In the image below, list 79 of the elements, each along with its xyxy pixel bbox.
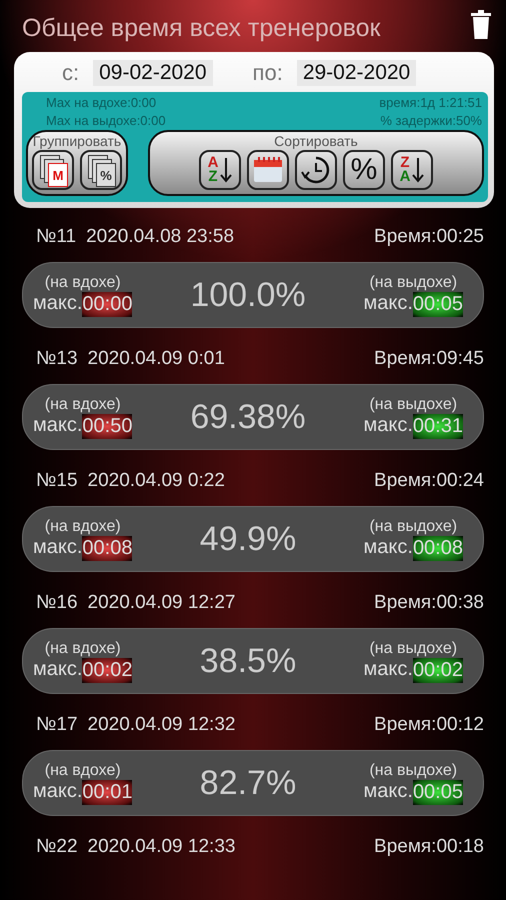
hold-percent: 38.5% (200, 642, 296, 680)
session-number: №17 (36, 714, 78, 736)
session-number: №16 (36, 592, 78, 614)
session-datetime: 2020.04.09 12:32 (88, 714, 236, 736)
session-datetime: 2020.04.09 0:01 (88, 348, 225, 370)
total-time-stat: время:1д 1:21:51 (379, 95, 482, 110)
exhale-max-value: 00:02 (412, 658, 463, 682)
session-datetime: 2020.04.08 23:58 (86, 226, 234, 248)
sort-button[interactable]: A Z (199, 150, 241, 190)
session-number: №15 (36, 470, 78, 492)
down-arrow-icon (220, 157, 232, 183)
hold-percent: 49.9% (200, 520, 296, 558)
session-card[interactable]: (на вдохе) макс.00:02 38.5% (на выдохе) макс.00:02 (22, 628, 484, 694)
max-prefix: макс. (33, 414, 82, 438)
sort-button[interactable]: % (343, 150, 385, 190)
exhale-max-value: 00:05 (412, 292, 463, 316)
inhale-max-value: 00:02 (82, 658, 132, 682)
hold-percent: 69.38% (190, 398, 306, 436)
session-card[interactable]: (на вдохе) макс.00:08 49.9% (на выдохе) макс.00:08 (22, 506, 484, 572)
group-button[interactable]: % (80, 150, 122, 190)
trash-icon[interactable] (470, 10, 492, 40)
down-arrow-icon (412, 157, 424, 183)
max-prefix: макс. (33, 658, 82, 682)
inhale-max-value: 00:00 (82, 292, 132, 316)
max-inhale-stat: Max на вдохе:0:00 (46, 95, 158, 110)
session-datetime: 2020.04.09 12:33 (88, 836, 236, 858)
session-datetime: 2020.04.09 0:22 (88, 470, 225, 492)
screen-title: Общее время всех тренеровок (22, 14, 380, 42)
hold-percent: 82.7% (200, 764, 296, 802)
from-label: с: (62, 60, 80, 86)
to-date-field[interactable]: 29-02-2020 (296, 60, 416, 86)
max-prefix: макс. (364, 658, 413, 682)
hold-percent-stat: % задержки:50% (379, 113, 482, 128)
session-number: №13 (36, 348, 78, 370)
group-label: Группировать (32, 132, 122, 150)
hold-percent: 100.0% (190, 276, 306, 314)
to-label: по: (252, 60, 283, 86)
exhale-max-value: 00:05 (412, 780, 463, 804)
max-prefix: макс. (364, 780, 413, 804)
sort-button[interactable] (295, 150, 337, 190)
inhale-label: (на вдохе) (44, 274, 121, 292)
inhale-max-value: 00:08 (82, 536, 132, 560)
session-card[interactable]: (на вдохе) макс.00:00 100.0% (на выдохе) макс.00:05 (22, 262, 484, 328)
session-duration: Время:00:18 (374, 836, 484, 858)
session-duration: Время:00:25 (374, 226, 484, 248)
exhale-label: (на выдохе) (369, 518, 458, 536)
session-duration: Время:00:24 (374, 470, 484, 492)
exhale-label: (на выдохе) (369, 396, 458, 414)
inhale-label: (на вдохе) (44, 640, 121, 658)
max-prefix: макс. (364, 292, 413, 316)
inhale-max-value: 00:01 (82, 780, 132, 804)
max-prefix: макс. (33, 536, 82, 560)
inhale-label: (на вдохе) (44, 762, 121, 780)
exhale-max-value: 00:08 (412, 536, 463, 560)
max-prefix: макс. (33, 780, 82, 804)
group-button[interactable]: M (32, 150, 74, 190)
sort-button[interactable] (247, 150, 289, 190)
max-exhale-stat: Max на выдохе:0:00 (46, 113, 167, 128)
inhale-max-value: 00:50 (82, 414, 132, 438)
max-prefix: макс. (364, 536, 413, 560)
session-duration: Время:00:38 (374, 592, 484, 614)
session-datetime: 2020.04.09 12:27 (88, 592, 236, 614)
session-card[interactable]: (на вдохе) макс.00:01 82.7% (на выдохе) макс.00:05 (22, 750, 484, 816)
exhale-max-value: 00:31 (412, 414, 463, 438)
session-duration: Время:00:12 (374, 714, 484, 736)
max-prefix: макс. (33, 292, 82, 316)
from-date-field[interactable]: 09-02-2020 (93, 60, 213, 86)
exhale-label: (на выдохе) (369, 274, 458, 292)
exhale-label: (на выдохе) (369, 762, 458, 780)
session-duration: Время:09:45 (374, 348, 484, 370)
exhale-label: (на выдохе) (369, 640, 458, 658)
max-prefix: макс. (364, 414, 413, 438)
session-number: №22 (36, 836, 78, 858)
sort-button[interactable]: Z A (391, 150, 433, 190)
session-card[interactable]: (на вдохе) макс.00:50 69.38% (на выдохе) макс.00:31 (22, 384, 484, 450)
session-number: №11 (36, 226, 76, 248)
inhale-label: (на вдохе) (44, 518, 121, 536)
sort-label: Сортировать (274, 132, 358, 150)
inhale-label: (на вдохе) (44, 396, 121, 414)
